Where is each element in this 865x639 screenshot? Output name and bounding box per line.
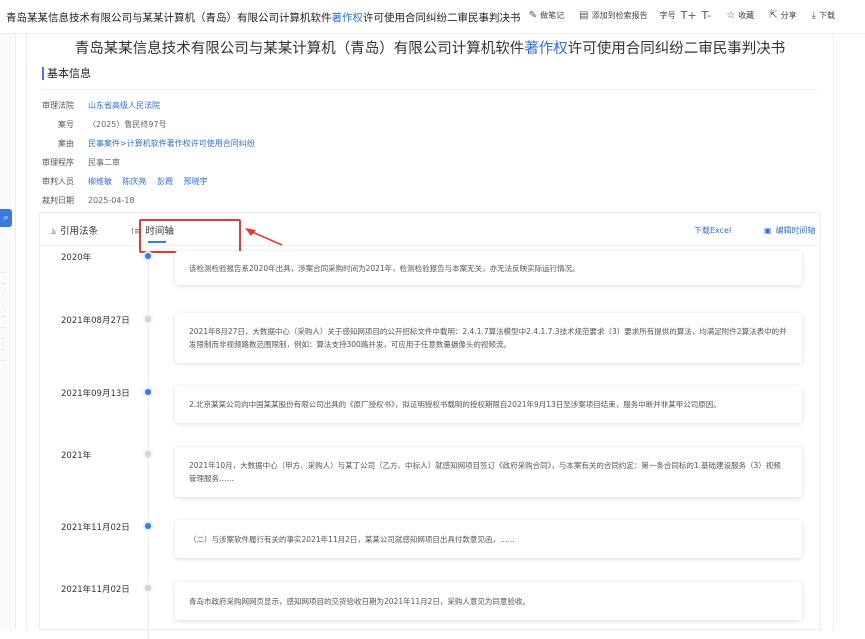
timeline-date: 2020年 [61, 253, 92, 263]
timeline-card: 该检测检验报告系2020年出具，涉案合同采购时间为2021年，检测检验报告与本案… [175, 251, 802, 285]
court-link[interactable]: 山东省高级人民法院 [88, 100, 160, 111]
timeline-card: 青岛市政府采购网网页显示，感知网项目的交货验收日期为2021年11月2日，采购人… [175, 582, 802, 620]
highlight-box [139, 219, 241, 253]
page-title: 青岛某某信息技术有限公司与某某计算机（青岛）有限公司计算机软件著作权许可使用合同… [74, 41, 786, 57]
basic-info-heading: 基本信息 [42, 67, 91, 80]
info-row-judges: 审判人员 柳维敏 陈庆亮 彭霞 邢晓宇 [42, 176, 208, 186]
pen-icon: ✎ [528, 10, 538, 21]
timeline-date: 2021年11月02日 [61, 523, 130, 533]
judge-link[interactable]: 彭霞 [157, 177, 173, 186]
star-icon: ☆ [726, 10, 736, 21]
header-title-highlight: 著作权 [331, 12, 364, 24]
font-up-button[interactable]: T+ [681, 9, 697, 22]
info-row-case-number: 案号 （2025）鲁民终97号 [58, 119, 167, 129]
header-actions: ✎ 做笔记 ▤ 添加到检索报告 字号 T+ T- ☆ 收藏 ⇱ 分享 ⤓ 下载 [514, 9, 835, 22]
tab-citation[interactable]: ⫡ 引用法条 [50, 223, 98, 237]
judge-link[interactable]: 邢晓宇 [184, 177, 208, 186]
timeline-dot [145, 451, 151, 457]
list-icon: ⫡ [50, 227, 57, 237]
timeline-dot [145, 316, 151, 322]
edit-timeline-link[interactable]: ▣ 编辑时间轴 [764, 225, 816, 236]
page-title-highlight: 著作权 [524, 41, 568, 57]
section-divider [41, 89, 819, 90]
timeline-date: 2021年11月02日 [61, 585, 130, 595]
top-bar: 青岛某某信息技术有限公司与某某计算机（青岛）有限公司计算机软件著作权许可使用合同… [0, 0, 865, 34]
arrow-annotation-icon [245, 228, 283, 246]
info-row-procedure: 审理程序 民事二审 [42, 157, 120, 167]
cause-link[interactable]: 民事案件>计算机软件著作权许可使用合同纠纷 [88, 138, 255, 149]
edit-icon: ▣ [764, 226, 772, 235]
timeline-date: 2021年08月27日 [61, 316, 130, 326]
font-size-control: 字号 T+ T- [659, 9, 712, 22]
timeline-dot [145, 523, 151, 529]
search-toggle-button[interactable]: ⌕ [0, 209, 12, 227]
add-report-button[interactable]: ▤ 添加到检索报告 [579, 10, 647, 21]
timeline-dot [145, 389, 151, 395]
download-excel-link[interactable]: 下载Excel [694, 225, 731, 236]
timeline-card: 2021年8月27日，大数据中心（采购人）关于感知网项目的公开招标文件中载明：2… [175, 313, 802, 363]
download-button[interactable]: ⤓ 下载 [812, 10, 835, 21]
case-number: （2025）鲁民终97号 [88, 119, 167, 129]
procedure-value: 民事二审 [88, 157, 120, 167]
timeline-dot [145, 253, 151, 259]
tab-panel: ⫡ 引用法条 ⁞≡ 时间轴 下载Excel ▣ 编辑时间轴 2020年 该检测检验报告… [39, 212, 821, 639]
share-icon: ⇱ [769, 10, 778, 21]
search-icon: ⌕ [3, 213, 9, 223]
info-row-court: 审理法院 山东省高级人民法院 [42, 100, 160, 111]
timeline-date: 2021年 [61, 451, 92, 461]
timeline-date: 2021年09月13日 [61, 389, 130, 399]
info-row-cause: 案由 民事案件>计算机软件著作权许可使用合同纠纷 [58, 138, 255, 149]
favorite-button[interactable]: ☆ 收藏 [726, 10, 754, 21]
sidebar-marks: · · · · · · · · · [2, 270, 4, 365]
timeline-card: 2021年10月，大数据中心（甲方、采购人）与某丁公司（乙方、中标人）就感知网项… [175, 447, 802, 497]
notes-button[interactable]: ✎ 做笔记 [529, 10, 564, 21]
info-row-date: 裁判日期 2025-04-18 [42, 195, 135, 205]
report-icon: ▤ [579, 10, 589, 21]
share-button[interactable]: ⇱ 分享 [769, 10, 796, 21]
header-title: 青岛某某信息技术有限公司与某某计算机（青岛）有限公司计算机软件著作权许可使用合同… [6, 12, 521, 24]
timeline-card: （二）与涉案软件履行有关的事实2021年11月2日，某某公司就感知网项目出具付款… [175, 520, 802, 558]
download-icon: ⤓ [811, 10, 816, 21]
timeline-dot [145, 585, 151, 591]
judge-link[interactable]: 陈庆亮 [123, 177, 147, 186]
document-content: 青岛某某信息技术有限公司与某某计算机（青岛）有限公司计算机软件著作权许可使用合同… [26, 34, 834, 639]
judgment-date: 2025-04-18 [88, 195, 135, 205]
font-down-button[interactable]: T- [702, 9, 712, 22]
timeline-card: 2.北京某某公司向中国某某股份有限公司出具的《原厂授权书》，拟证明授权书载明的授… [175, 386, 802, 423]
judge-link[interactable]: 柳维敏 [88, 177, 112, 186]
